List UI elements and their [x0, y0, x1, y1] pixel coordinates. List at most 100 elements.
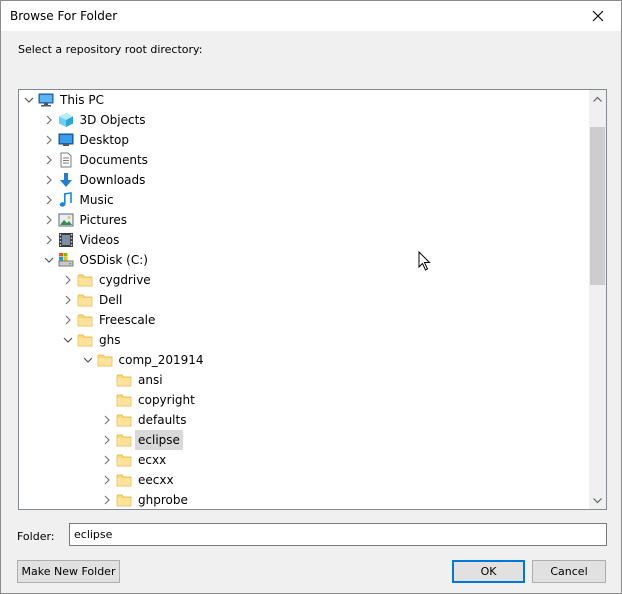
tree-item[interactable]: 3D Objects — [19, 110, 590, 130]
tree-item[interactable]: eclipse — [19, 430, 590, 450]
collapse-toggle[interactable] — [23, 94, 35, 106]
expand-toggle[interactable] — [101, 474, 113, 486]
chevron-down-icon — [63, 337, 73, 343]
expand-toggle[interactable] — [43, 154, 55, 166]
expand-toggle[interactable] — [101, 454, 113, 466]
scroll-up-button[interactable] — [589, 90, 606, 107]
folder-input[interactable] — [69, 523, 607, 546]
tree-item[interactable]: Music — [19, 190, 590, 210]
expand-toggle[interactable] — [43, 194, 55, 206]
folder-icon — [116, 412, 132, 428]
pictures-icon — [58, 212, 74, 228]
tree-item[interactable]: Dell — [19, 290, 590, 310]
chevron-right-icon — [104, 415, 110, 425]
vertical-scrollbar[interactable] — [589, 90, 606, 509]
expand-toggle[interactable] — [43, 114, 55, 126]
expand-toggle[interactable] — [62, 314, 74, 326]
cancel-button[interactable]: Cancel — [532, 560, 606, 583]
tree-item-label: ghprobe — [138, 493, 188, 507]
tree-item[interactable]: defaults — [19, 410, 590, 430]
tree-item-label: OSDisk (C:) — [79, 253, 148, 267]
tree-item-label: Music — [79, 193, 114, 207]
tree-item[interactable]: Documents — [19, 150, 590, 170]
tree-item[interactable]: cygdrive — [19, 270, 590, 290]
tree-item[interactable]: comp_201914 — [19, 350, 590, 370]
scroll-down-button[interactable] — [589, 492, 606, 509]
folder-icon — [116, 472, 132, 488]
folder-icon — [77, 332, 93, 348]
expand-toggle[interactable] — [62, 274, 74, 286]
expand-toggle[interactable] — [43, 214, 55, 226]
expand-toggle[interactable] — [43, 134, 55, 146]
expand-toggle[interactable] — [62, 294, 74, 306]
tree-item-label: comp_201914 — [118, 353, 204, 367]
expand-toggle[interactable] — [101, 414, 113, 426]
tree-item-label: Documents — [79, 153, 148, 167]
folder-tree[interactable]: This PC 3D Objects Desktop Documents Downloa… — [18, 89, 607, 510]
chevron-right-icon — [46, 175, 52, 185]
expand-toggle[interactable] — [43, 174, 55, 186]
chevron-right-icon — [46, 155, 52, 165]
collapse-toggle[interactable] — [43, 254, 55, 266]
3d-objects-icon — [58, 112, 74, 128]
tree-item[interactable]: Videos — [19, 230, 590, 250]
chevron-right-icon — [104, 435, 110, 445]
expand-toggle[interactable] — [101, 434, 113, 446]
tree-item[interactable]: eecxx — [19, 470, 590, 490]
close-button[interactable] — [575, 1, 621, 31]
chevron-right-icon — [104, 455, 110, 465]
collapse-toggle[interactable] — [82, 354, 94, 366]
drive-icon — [58, 252, 74, 268]
documents-icon — [58, 152, 74, 168]
chevron-right-icon — [46, 195, 52, 205]
folder-icon — [77, 272, 93, 288]
prompt-text: Select a repository root directory: — [18, 43, 203, 56]
tree-item-label: Downloads — [79, 173, 146, 187]
tree-item-label: Dell — [99, 293, 123, 307]
folder-icon — [116, 452, 132, 468]
tree-item[interactable]: copyright — [19, 390, 590, 410]
title-bar[interactable]: Browse For Folder — [1, 1, 621, 31]
tree-item-label: defaults — [138, 413, 187, 427]
tree-item-label-selected: eclipse — [135, 430, 183, 450]
tree-item[interactable]: ghprobe — [19, 490, 590, 509]
expand-toggle[interactable] — [43, 234, 55, 246]
folder-icon — [116, 492, 132, 508]
folder-icon — [116, 432, 132, 448]
music-icon — [58, 192, 74, 208]
tree-item-label: This PC — [60, 93, 104, 107]
tree-item-label: copyright — [138, 393, 195, 407]
folder-field-label: Folder: — [17, 530, 55, 543]
ok-button[interactable]: OK — [452, 560, 525, 583]
chevron-right-icon — [104, 475, 110, 485]
chevron-right-icon — [65, 315, 71, 325]
tree-item[interactable]: This PC — [19, 90, 590, 110]
tree-item[interactable]: Pictures — [19, 210, 590, 230]
folder-icon — [116, 372, 132, 388]
close-icon — [592, 10, 604, 22]
desktop-icon — [58, 132, 74, 148]
chevron-right-icon — [104, 495, 110, 505]
folder-icon — [116, 392, 132, 408]
tree-item[interactable]: Freescale — [19, 310, 590, 330]
folder-icon — [97, 352, 113, 368]
tree-item[interactable]: Desktop — [19, 130, 590, 150]
browse-for-folder-dialog: Browse For Folder Select a repository ro… — [0, 0, 622, 594]
chevron-right-icon — [46, 135, 52, 145]
tree-item[interactable]: OSDisk (C:) — [19, 250, 590, 270]
tree-item[interactable]: ghs — [19, 330, 590, 350]
chevron-right-icon — [65, 275, 71, 285]
tree-item-label: Desktop — [79, 133, 130, 147]
dialog-title: Browse For Folder — [10, 9, 118, 23]
collapse-toggle[interactable] — [62, 334, 74, 346]
tree-item[interactable]: Downloads — [19, 170, 590, 190]
tree-item[interactable]: ecxx — [19, 450, 590, 470]
expand-toggle[interactable] — [101, 494, 113, 506]
tree-item-label: ecxx — [138, 453, 167, 467]
tree-item[interactable]: ansi — [19, 370, 590, 390]
chevron-right-icon — [65, 295, 71, 305]
tree-item-label: 3D Objects — [79, 113, 146, 127]
make-new-folder-button[interactable]: Make New Folder — [17, 560, 120, 583]
scroll-thumb[interactable] — [590, 127, 605, 285]
mouse-cursor-icon — [418, 251, 431, 271]
